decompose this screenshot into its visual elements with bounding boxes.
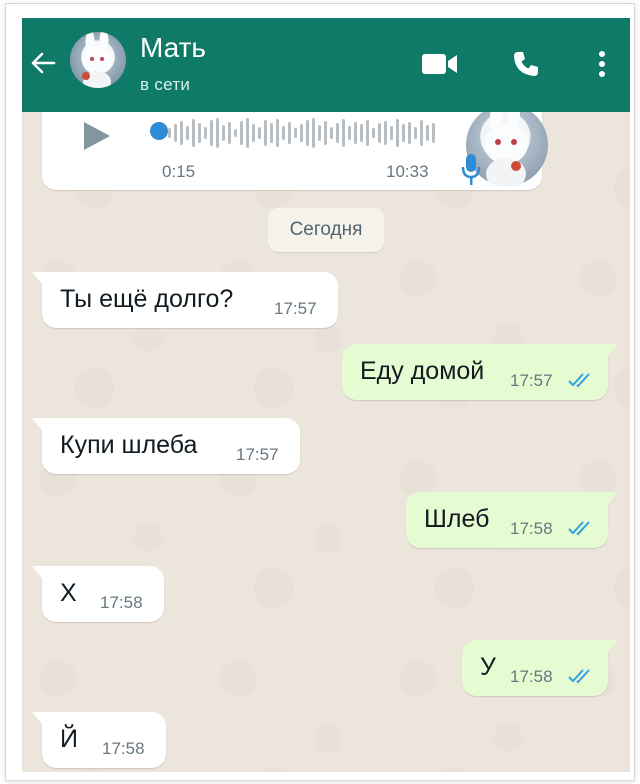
message-time: 17:58 [102,739,145,758]
message-time: 17:57 [236,445,279,464]
message-text: Шлеб [424,505,490,533]
arrow-left-icon[interactable] [28,48,58,78]
message-time: 17:58 [100,593,143,612]
video-call-button[interactable] [420,46,460,82]
voice-timestamp: 10:33 [386,162,429,181]
message-time: 17:58 [510,519,553,538]
chat-window: 0:15 10:33 Мать в сети Сегодня Ты ещё до… [22,18,630,772]
contact-status: в сети [140,75,191,94]
chat-header: Мать в сети [22,18,630,112]
contact-name[interactable]: Мать [140,32,206,64]
play-icon[interactable] [78,118,114,154]
playback-position-dot[interactable] [150,122,168,140]
message-text: Еду домой [360,357,485,385]
read-receipt-icon [568,373,590,388]
more-vertical-icon [599,51,605,77]
message-text: Х [60,579,77,607]
message-time: 17:57 [274,299,317,318]
message-bubble-outgoing[interactable]: У 17:58 [462,640,618,696]
read-receipt-icon [568,521,590,536]
voice-duration: 0:15 [162,162,196,181]
message-bubble-incoming[interactable]: Й 17:58 [32,712,166,768]
contact-avatar[interactable] [70,32,126,88]
voice-waveform[interactable] [168,116,435,150]
microphone-icon [461,154,481,185]
more-options-button[interactable] [582,46,622,82]
message-bubble-incoming[interactable]: Купи шлеба 17:57 [32,418,300,474]
bunny-avatar-icon [82,32,112,88]
message-bubble-outgoing[interactable]: Еду домой 17:57 [342,344,618,400]
message-text: У [480,653,496,681]
message-bubble-incoming[interactable]: Х 17:58 [32,566,164,622]
message-bubble-incoming[interactable]: Ты ещё долго? 17:57 [32,272,338,328]
message-bubble-outgoing[interactable]: Шлеб 17:58 [406,492,618,548]
message-text: Й [60,725,78,753]
screenshot-frame: 0:15 10:33 Мать в сети Сегодня Ты ещё до… [6,4,634,780]
video-camera-icon [422,54,457,74]
message-text: Купи шлеба [60,431,198,459]
message-text: Ты ещё долго? [60,285,234,313]
message-time: 17:57 [510,371,553,390]
phone-icon [514,52,538,76]
date-separator: Сегодня [268,208,384,252]
read-receipt-icon [568,669,590,684]
message-time: 17:58 [510,667,553,686]
voice-call-button[interactable] [506,46,546,82]
